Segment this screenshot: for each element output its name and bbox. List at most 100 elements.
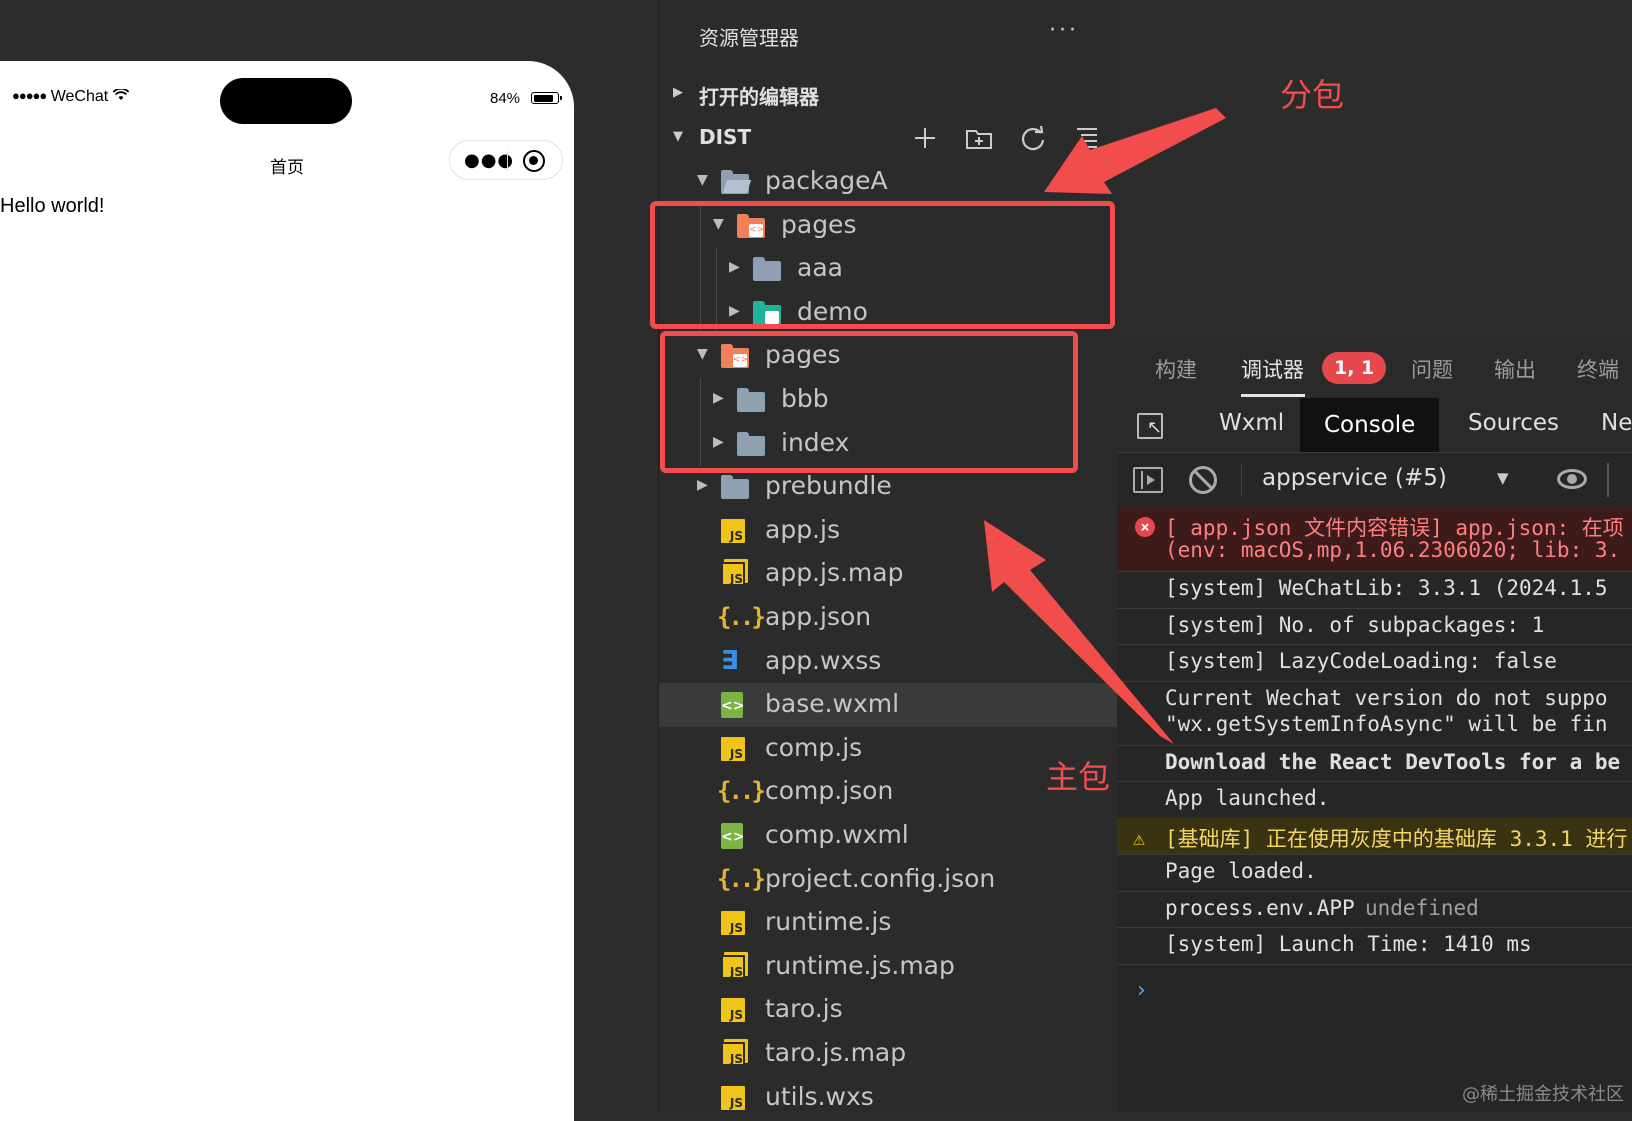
console-text: [system] Launch Time: 1410 ms [1165,932,1532,956]
tree-item-name: runtime.js.map [765,950,955,980]
tab-terminal[interactable]: 终端 [1577,354,1619,384]
console-text: [system] WeChatLib: 3.3.1 (2024.1.5 [1165,576,1608,600]
wxml-file-icon: <> [721,823,744,849]
tree-row[interactable]: ▼ packageA [659,160,1117,204]
console-message: [system] Launch Time: 1410 ms [1117,927,1632,965]
main-package-annotation: 主包 [1046,758,1111,796]
tree-item-name: taro.js [765,994,843,1024]
console-message: Download the React DevTools for a be [1117,745,1632,782]
json-file-icon: {..} [717,603,766,631]
open-editors-section[interactable]: ▶ 打开的编辑器 [659,72,1117,116]
tree-item-name: project.config.json [765,863,996,893]
tree-row[interactable]: JS utils.wxs [659,1076,1117,1120]
console-message: Page loaded. [1117,854,1632,892]
js-map-file-icon: JS [721,1042,745,1066]
tree-item-name: utils.wxs [765,1081,874,1111]
tab-build[interactable]: 构建 [1155,354,1197,384]
tree-row[interactable]: JS taro.js.map [659,1032,1117,1076]
context-selector[interactable]: appservice (#5) [1262,465,1447,491]
tree-item-name: packageA [765,166,888,195]
toolbar-divider [1607,463,1609,497]
clear-console-icon[interactable] [1189,466,1217,494]
json-file-icon: {..} [717,777,766,806]
capsule-divider [507,151,508,171]
dynamic-island [220,78,352,124]
js-file-icon: JS [721,518,745,543]
subtab-sources[interactable]: Sources [1468,410,1559,436]
tree-row[interactable]: JS runtime.js.map [659,945,1117,989]
chevron-down-icon[interactable]: ▼ [1497,469,1509,487]
close-target-icon[interactable] [523,150,545,172]
tree-row[interactable]: JS app.js [659,509,1117,553]
tree-row[interactable]: ∃ app.wxss [659,640,1117,684]
tree-row[interactable]: JS app.js.map [659,552,1117,596]
dist-label: DIST [699,125,752,149]
tree-item-name: prebundle [765,471,892,501]
battery-percent: 84% [490,90,521,107]
chevron-right-icon[interactable]: ▶ [673,85,683,100]
tree-row[interactable]: <> comp.wxml [659,814,1117,858]
inspect-element-icon[interactable] [1137,413,1163,439]
console-message: [system] WeChatLib: 3.3.1 (2024.1.5 [1117,571,1632,609]
subpackage-highlight-box [650,201,1115,329]
wxss-file-icon: ∃ [721,645,739,676]
console-message: App launched. [1117,781,1632,819]
dist-section[interactable]: ▼ DIST [659,116,1117,160]
tree-row[interactable]: {..} app.json [659,596,1117,640]
tree-item-name: app.json [765,602,872,631]
tree-row[interactable]: JS taro.js [659,988,1117,1032]
tab-output[interactable]: 输出 [1494,354,1536,384]
tree-row[interactable]: <> base.wxml [659,683,1117,728]
console-prompt[interactable]: › [1137,978,1146,1003]
carrier-name: WeChat [50,88,109,105]
console-text: App launched. [1165,786,1330,810]
battery-icon [531,92,562,104]
more-actions-icon[interactable]: ··· [1049,18,1079,43]
error-warning-badge: 1, 1 [1322,352,1387,384]
subtab-network[interactable]: Ne [1601,410,1632,436]
collapse-all-icon[interactable] [1071,124,1103,154]
console-text: Page loaded. [1165,859,1317,883]
console-text: Current Wechat version do not suppo [1165,685,1608,710]
page-content-text: Hello world! [0,195,105,217]
show-sidebar-icon[interactable] [1133,467,1163,493]
wifi-icon [112,87,129,104]
console-error: ×[ app.json 文件内容错误] app.json: 在项 (env: ma… [1117,507,1632,572]
tab-problems[interactable]: 问题 [1411,354,1453,384]
js-map-file-icon: JS [721,562,745,587]
subtab-wxml[interactable]: Wxml [1219,410,1284,436]
tree-item-name: app.wxss [765,645,882,675]
console-toolbar: appservice (#5) ▼ [1117,453,1632,508]
menu-capsule[interactable]: ●●● [449,140,563,180]
chevron-right-icon[interactable]: ▶ [697,477,708,493]
open-editors-label: 打开的编辑器 [699,85,819,109]
devtools-tab-bar: 构建 调试器 1, 1 问题 输出 终端 [1117,338,1632,398]
tree-row[interactable]: JS runtime.js [659,901,1117,945]
new-file-icon[interactable] [909,124,941,154]
explorer-title: 资源管理器 [699,26,799,50]
tree-item-name: runtime.js [765,907,892,937]
new-folder-icon[interactable] [963,124,995,154]
watermark: @稀土掘金技术社区 [1462,1084,1624,1105]
console-message: [system] LazyCodeLoading: false [1117,644,1632,682]
chevron-down-icon[interactable]: ▼ [673,129,683,144]
js-file-icon: JS [721,998,745,1023]
console-text: process.env.APP [1165,895,1355,920]
tree-row[interactable]: {..} project.config.json [659,858,1117,902]
console-warning: ⚠ [基础库] 正在使用灰度中的基础库 3.3.1 进行 [1117,817,1632,855]
tree-item-name: comp.json [765,776,894,806]
console-text: [基础库] 正在使用灰度中的基础库 3.3.1 进行 [1165,826,1628,851]
tab-debugger[interactable]: 调试器 [1241,354,1304,384]
json-file-icon: {..} [717,864,766,893]
console-text: [system] LazyCodeLoading: false [1165,649,1557,673]
refresh-icon[interactable] [1017,124,1049,154]
main-package-highlight-box [660,331,1078,473]
console-message: [system] No. of subpackages: 1 [1117,608,1632,645]
live-expression-eye-icon[interactable] [1557,469,1587,489]
js-file-icon: JS [721,1085,745,1110]
chevron-down-icon[interactable]: ▼ [697,172,708,188]
status-bar-carrier: ●●●●● WeChat [12,87,129,106]
subpackage-annotation: 分包 [1280,76,1345,114]
subtab-console[interactable]: Console [1300,398,1440,452]
warning-icon: ⚠ [1133,825,1146,850]
